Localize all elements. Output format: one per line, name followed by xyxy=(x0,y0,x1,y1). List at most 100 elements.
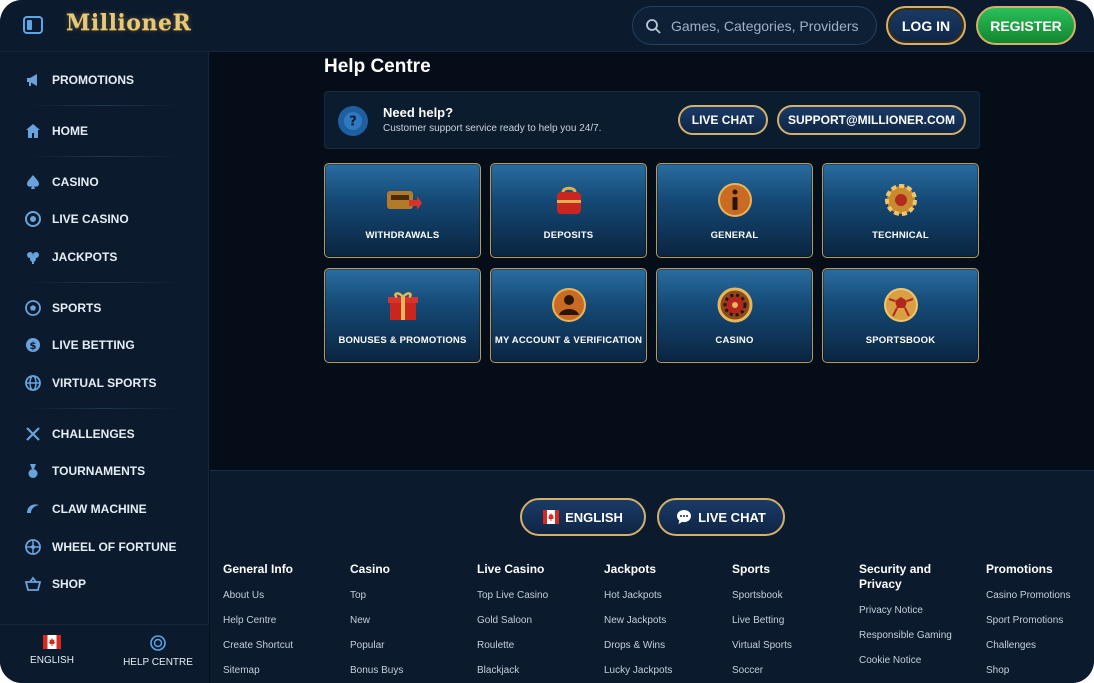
casino-chip-icon xyxy=(25,211,41,227)
footer-link[interactable]: Roulette xyxy=(477,640,597,652)
login-button[interactable]: LOG IN xyxy=(886,6,966,45)
footer-link[interactable]: Live Betting xyxy=(732,615,852,627)
footer-column-title: Sports xyxy=(732,562,771,576)
footer-link[interactable]: Help Centre xyxy=(223,615,343,627)
sidebar-item-live-betting[interactable]: $ LIVE BETTING xyxy=(0,328,209,362)
sidebar-item-live-casino[interactable]: LIVE CASINO xyxy=(0,202,209,236)
millioner-logo[interactable]: MillioneR xyxy=(66,10,191,40)
footer-live-chat-label: LIVE CHAT xyxy=(698,509,766,525)
footer-link[interactable]: New xyxy=(350,615,470,627)
nav-divider xyxy=(24,282,184,283)
sidebar-item-label: JACKPOTS xyxy=(52,250,118,264)
footer-link[interactable]: Soccer xyxy=(732,665,852,677)
svg-text:?: ? xyxy=(349,115,357,130)
canada-flag-icon xyxy=(543,510,560,524)
sidebar-item-label: CLAW MACHINE xyxy=(52,502,147,516)
nav-divider xyxy=(24,105,184,106)
sidebar-item-label: PROMOTIONS xyxy=(52,73,135,87)
footer-link[interactable]: Top xyxy=(350,590,470,602)
footer-link[interactable]: About Us xyxy=(223,590,343,602)
home-icon xyxy=(26,124,40,138)
register-button[interactable]: REGISTER xyxy=(976,6,1076,45)
category-card-technical[interactable]: TECHNICAL xyxy=(822,163,979,258)
footer-column-sports: Sports Sportsbook Live Betting Virtual S… xyxy=(732,562,852,677)
page-title: Help Centre xyxy=(324,56,431,77)
footer-column-title: General Info xyxy=(223,562,294,576)
sidebar-item-wheel-of-fortune[interactable]: WHEEL OF FORTUNE xyxy=(0,530,209,564)
footer-language-button[interactable]: ENGLISH xyxy=(520,498,646,536)
globe-icon xyxy=(25,375,41,391)
footer-link[interactable]: Cookie Notice xyxy=(859,655,959,667)
search-input[interactable]: Games, Categories, Providers xyxy=(632,6,877,45)
gift-icon xyxy=(388,292,418,320)
category-card-sportsbook[interactable]: SPORTSBOOK xyxy=(822,268,979,363)
footer: ENGLISH LIVE CHAT General Info About Us … xyxy=(210,470,1094,683)
footer-link[interactable]: Blackjack xyxy=(477,665,597,677)
category-card-my-account[interactable]: MY ACCOUNT & VERIFICATION xyxy=(490,268,647,363)
footer-link[interactable]: Sportsbook xyxy=(732,590,852,602)
sidebar-item-casino[interactable]: CASINO xyxy=(0,165,209,199)
help-circle-icon xyxy=(150,635,166,651)
footer-live-chat-button[interactable]: LIVE CHAT xyxy=(657,498,785,536)
category-card-withdrawals[interactable]: WITHDRAWALS xyxy=(324,163,481,258)
footer-link[interactable]: Bonus Buys xyxy=(350,665,470,677)
footer-link[interactable]: Shop xyxy=(986,665,1091,677)
footer-link[interactable]: Privacy Notice xyxy=(859,605,959,617)
nav-divider xyxy=(24,156,184,157)
sidebar-item-promotions[interactable]: PROMOTIONS xyxy=(0,63,209,97)
footer-link[interactable]: Hot Jackpots xyxy=(604,590,724,602)
svg-text:$: $ xyxy=(30,341,37,352)
sidebar-item-challenges[interactable]: CHALLENGES xyxy=(0,417,209,451)
sidebar-item-jackpots[interactable]: JACKPOTS xyxy=(0,240,209,274)
sidebar-toggle-icon[interactable] xyxy=(22,14,44,36)
card-label: GENERAL xyxy=(710,230,759,241)
category-card-general[interactable]: GENERAL xyxy=(656,163,813,258)
sidebar-item-label: LIVE BETTING xyxy=(52,338,135,352)
question-icon: ? xyxy=(338,106,368,136)
footer-link[interactable]: Drops & Wins xyxy=(604,640,724,652)
sidebar-item-virtual-sports[interactable]: VIRTUAL SPORTS xyxy=(0,366,209,400)
footer-link[interactable]: Challenges xyxy=(986,640,1091,652)
bag-deposit-icon xyxy=(557,186,581,214)
wallet-withdraw-icon xyxy=(387,191,422,210)
card-label: CASINO xyxy=(715,335,754,346)
footer-link[interactable]: Virtual Sports xyxy=(732,640,852,652)
footer-link[interactable]: Responsible Gaming xyxy=(859,630,959,642)
card-label: WITHDRAWALS xyxy=(365,230,440,241)
card-label: SPORTSBOOK xyxy=(865,335,936,346)
category-card-bonuses-promotions[interactable]: BONUSES & PROMOTIONS xyxy=(324,268,481,363)
footer-link[interactable]: Gold Saloon xyxy=(477,615,597,627)
footer-link[interactable]: Sitemap xyxy=(223,665,343,677)
support-email-button[interactable]: SUPPORT@MILLIONER.COM xyxy=(777,105,966,135)
card-label: DEPOSITS xyxy=(543,230,594,241)
sidebar-item-shop[interactable]: SHOP xyxy=(0,567,209,601)
sidebar-item-sports[interactable]: SPORTS xyxy=(0,291,209,325)
sidebar-item-label: HOME xyxy=(52,124,88,138)
footer-link[interactable]: Top Live Casino xyxy=(477,590,597,602)
help-centre-link[interactable]: HELP CENTRE xyxy=(106,635,210,675)
footer-link[interactable]: New Jackpots xyxy=(604,615,724,627)
sidebar-item-label: CHALLENGES xyxy=(52,427,135,441)
sidebar-item-label: SPORTS xyxy=(52,301,102,315)
footer-column-promotions: Promotions Casino Promotions Sport Promo… xyxy=(986,562,1091,677)
sidebar-item-claw-machine[interactable]: CLAW MACHINE xyxy=(0,492,209,526)
wheel-icon xyxy=(25,539,41,555)
footer-link[interactable]: Casino Promotions xyxy=(986,590,1091,602)
sidebar-item-tournaments[interactable]: TOURNAMENTS xyxy=(0,454,209,488)
info-icon xyxy=(718,183,752,217)
live-chat-button[interactable]: LIVE CHAT xyxy=(678,105,768,135)
dollar-coin-icon: $ xyxy=(26,338,40,352)
clover-icon xyxy=(27,252,39,264)
footer-link[interactable]: Sport Promotions xyxy=(986,615,1091,627)
help-centre-label: HELP CENTRE xyxy=(123,657,193,668)
category-card-casino[interactable]: CASINO xyxy=(656,268,813,363)
footer-link[interactable]: Create Shortcut xyxy=(223,640,343,652)
footer-link[interactable]: Lucky Jackpots xyxy=(604,665,724,677)
sidebar-item-home[interactable]: HOME xyxy=(0,114,209,148)
language-selector[interactable]: ENGLISH xyxy=(0,635,104,675)
sidebar-item-label: VIRTUAL SPORTS xyxy=(52,376,157,390)
app-frame: MillioneR Games, Categories, Providers L… xyxy=(0,0,1094,683)
footer-link[interactable]: Popular xyxy=(350,640,470,652)
category-card-deposits[interactable]: DEPOSITS xyxy=(490,163,647,258)
footer-column-casino: Casino Top New Popular Bonus Buys xyxy=(350,562,470,677)
